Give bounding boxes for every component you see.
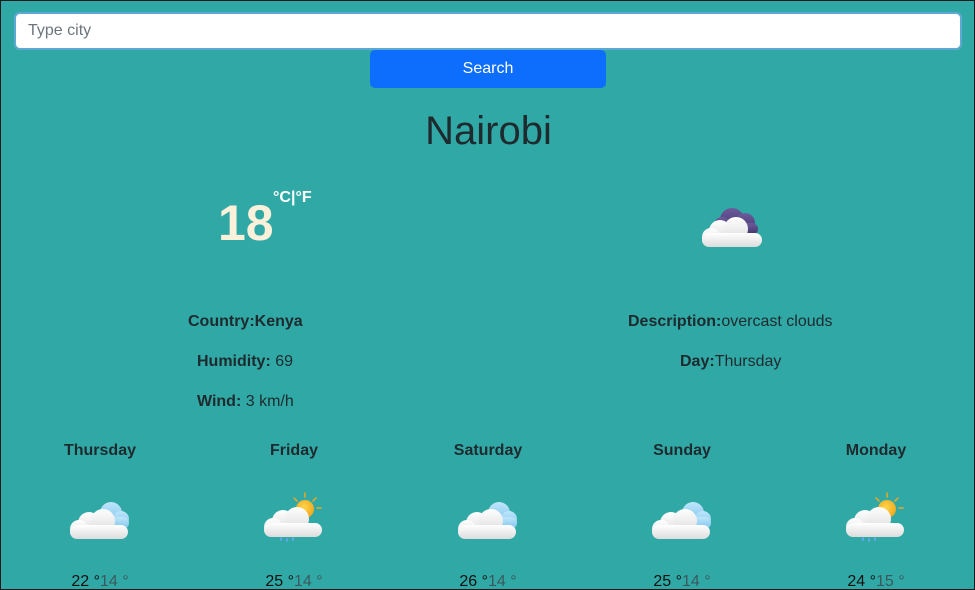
forecast-day: Sunday 25 °14 ° — [607, 441, 757, 590]
forecast-temps: 22 °14 ° — [25, 573, 175, 590]
min-temp: 15 ° — [876, 573, 905, 590]
min-temp: 14 ° — [682, 573, 711, 590]
wind-info: Wind: 3 km/h — [197, 393, 294, 411]
description-value: overcast clouds — [721, 313, 833, 330]
forecast-day-name: Monday — [845, 442, 907, 459]
city-name: Nairobi — [425, 109, 552, 153]
country-info: Country:Kenya — [188, 313, 303, 331]
overcast-clouds-icon — [702, 208, 762, 247]
cloudy-icon — [652, 502, 711, 539]
forecast-temps: 24 °15 ° — [801, 573, 951, 590]
min-temp: 14 ° — [294, 573, 323, 590]
unit-toggle: °C|°F — [273, 189, 312, 207]
day-label: Day: — [680, 353, 715, 370]
day-value: Thursday — [714, 353, 782, 370]
forecast-day-name: Sunday — [653, 442, 711, 459]
min-temp: 14 ° — [100, 573, 129, 590]
cloudy-icon — [70, 502, 129, 539]
day-info: Day:Thursday — [680, 353, 781, 371]
forecast-temps: 25 °14 ° — [219, 573, 369, 590]
forecast-day: Thursday 22 °14 ° — [25, 441, 175, 590]
forecast-day-name: Friday — [269, 442, 318, 459]
sun-rain-icon — [264, 492, 322, 542]
min-temp: 14 ° — [488, 573, 517, 590]
wind-label: Wind: — [197, 393, 242, 410]
celsius-link[interactable]: °C — [273, 189, 291, 206]
max-temp: 24 ° — [847, 573, 876, 590]
wind-value: 3 km/h — [245, 393, 294, 410]
humidity-value: 69 — [275, 353, 294, 370]
cloudy-icon — [458, 502, 517, 539]
current-temperature: 18 — [218, 195, 274, 251]
weather-app: Search Nairobi 18 °C|°F Country:Kenya Hu… — [0, 0, 975, 590]
forecast-day: Saturday 26 °14 ° — [413, 441, 563, 590]
description-info: Description:overcast clouds — [628, 313, 833, 331]
forecast-day: Monday 24 °15 ° — [801, 441, 951, 590]
country-label: Country: — [188, 313, 255, 330]
max-temp: 22 ° — [71, 573, 100, 590]
forecast-day-name: Saturday — [453, 442, 523, 459]
city-search-input[interactable] — [14, 12, 962, 50]
humidity-label: Humidity: — [197, 353, 271, 370]
search-button[interactable]: Search — [370, 50, 606, 88]
sun-rain-icon — [846, 492, 904, 542]
max-temp: 25 ° — [653, 573, 682, 590]
forecast-temps: 25 °14 ° — [607, 573, 757, 590]
fahrenheit-link[interactable]: °F — [295, 189, 311, 206]
forecast-day: Friday 25 °14 ° — [219, 441, 369, 590]
max-temp: 25 ° — [265, 573, 294, 590]
country-value: Kenya — [254, 313, 303, 330]
description-label: Description: — [628, 313, 722, 330]
forecast-day-name: Thursday — [63, 442, 136, 459]
forecast-temps: 26 °14 ° — [413, 573, 563, 590]
humidity-info: Humidity: 69 — [197, 353, 293, 371]
max-temp: 26 ° — [459, 573, 488, 590]
